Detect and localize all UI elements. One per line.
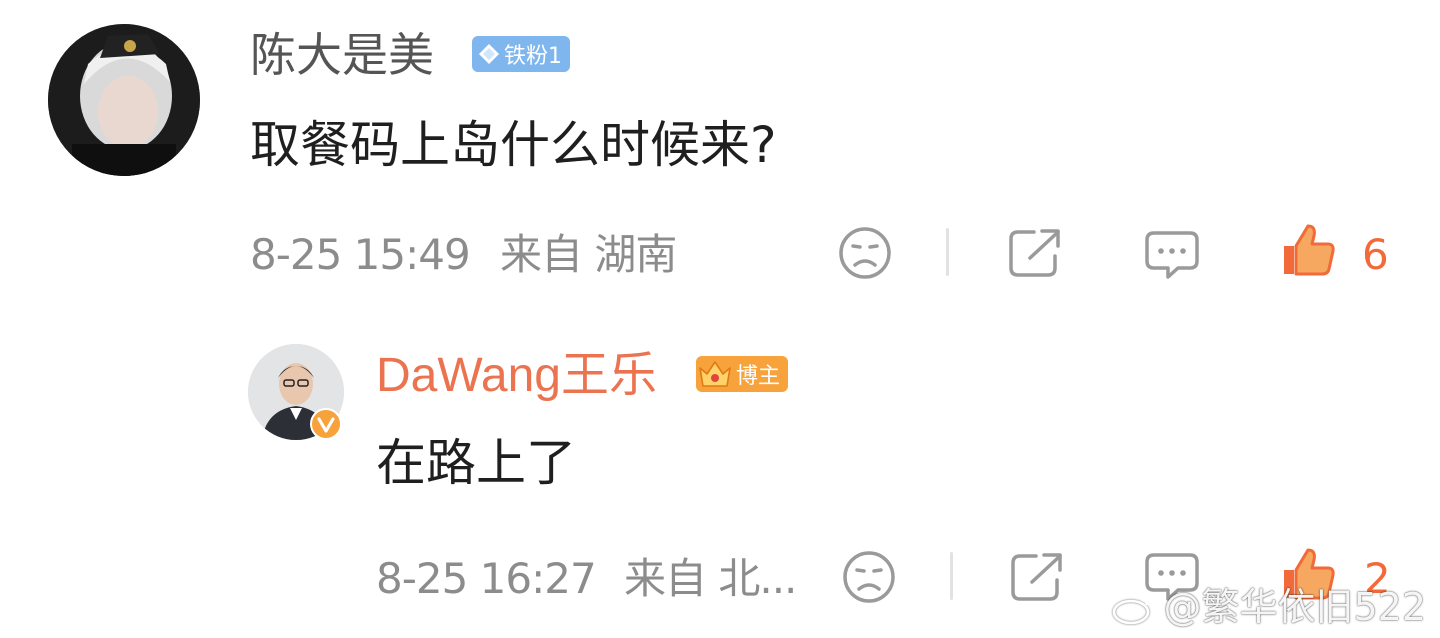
reply-location: 来自 北... [624,554,797,603]
commenter-avatar[interactable] [48,24,200,176]
comment-like-count: 6 [1362,230,1389,279]
diamond-icon [478,43,500,65]
dislike-face-icon[interactable] [842,550,896,608]
comment-text: 取餐码上岛什么时候来? [250,116,777,174]
reply-time: 8-25 16:27 [376,554,597,603]
fan-badge[interactable]: 铁粉1 [472,36,570,72]
blogger-badge[interactable]: 博主 [696,356,789,392]
watermark-text: @繁华依旧522 [1163,585,1426,629]
share-icon[interactable] [1010,552,1064,606]
replier-name[interactable]: DaWang王乐 [376,352,657,400]
like-thumb-icon[interactable] [1280,222,1336,282]
comment-icon[interactable] [1144,230,1200,284]
weibo-logo-icon [1111,588,1157,626]
crown-icon [698,358,732,390]
reply-text: 在路上了 [376,434,576,492]
blogger-badge-label: 博主 [736,364,781,389]
action-divider [946,228,949,276]
commenter-name[interactable]: 陈大是美 [250,32,434,78]
action-divider [950,552,953,600]
comment-location: 来自 湖南 [500,230,677,279]
dislike-face-icon[interactable] [838,226,892,284]
watermark: @繁华依旧522 [1111,588,1426,626]
comment-time: 8-25 15:49 [250,230,471,279]
verified-v-icon [310,408,342,444]
share-icon[interactable] [1008,228,1062,282]
fan-badge-label: 铁粉1 [504,44,562,69]
